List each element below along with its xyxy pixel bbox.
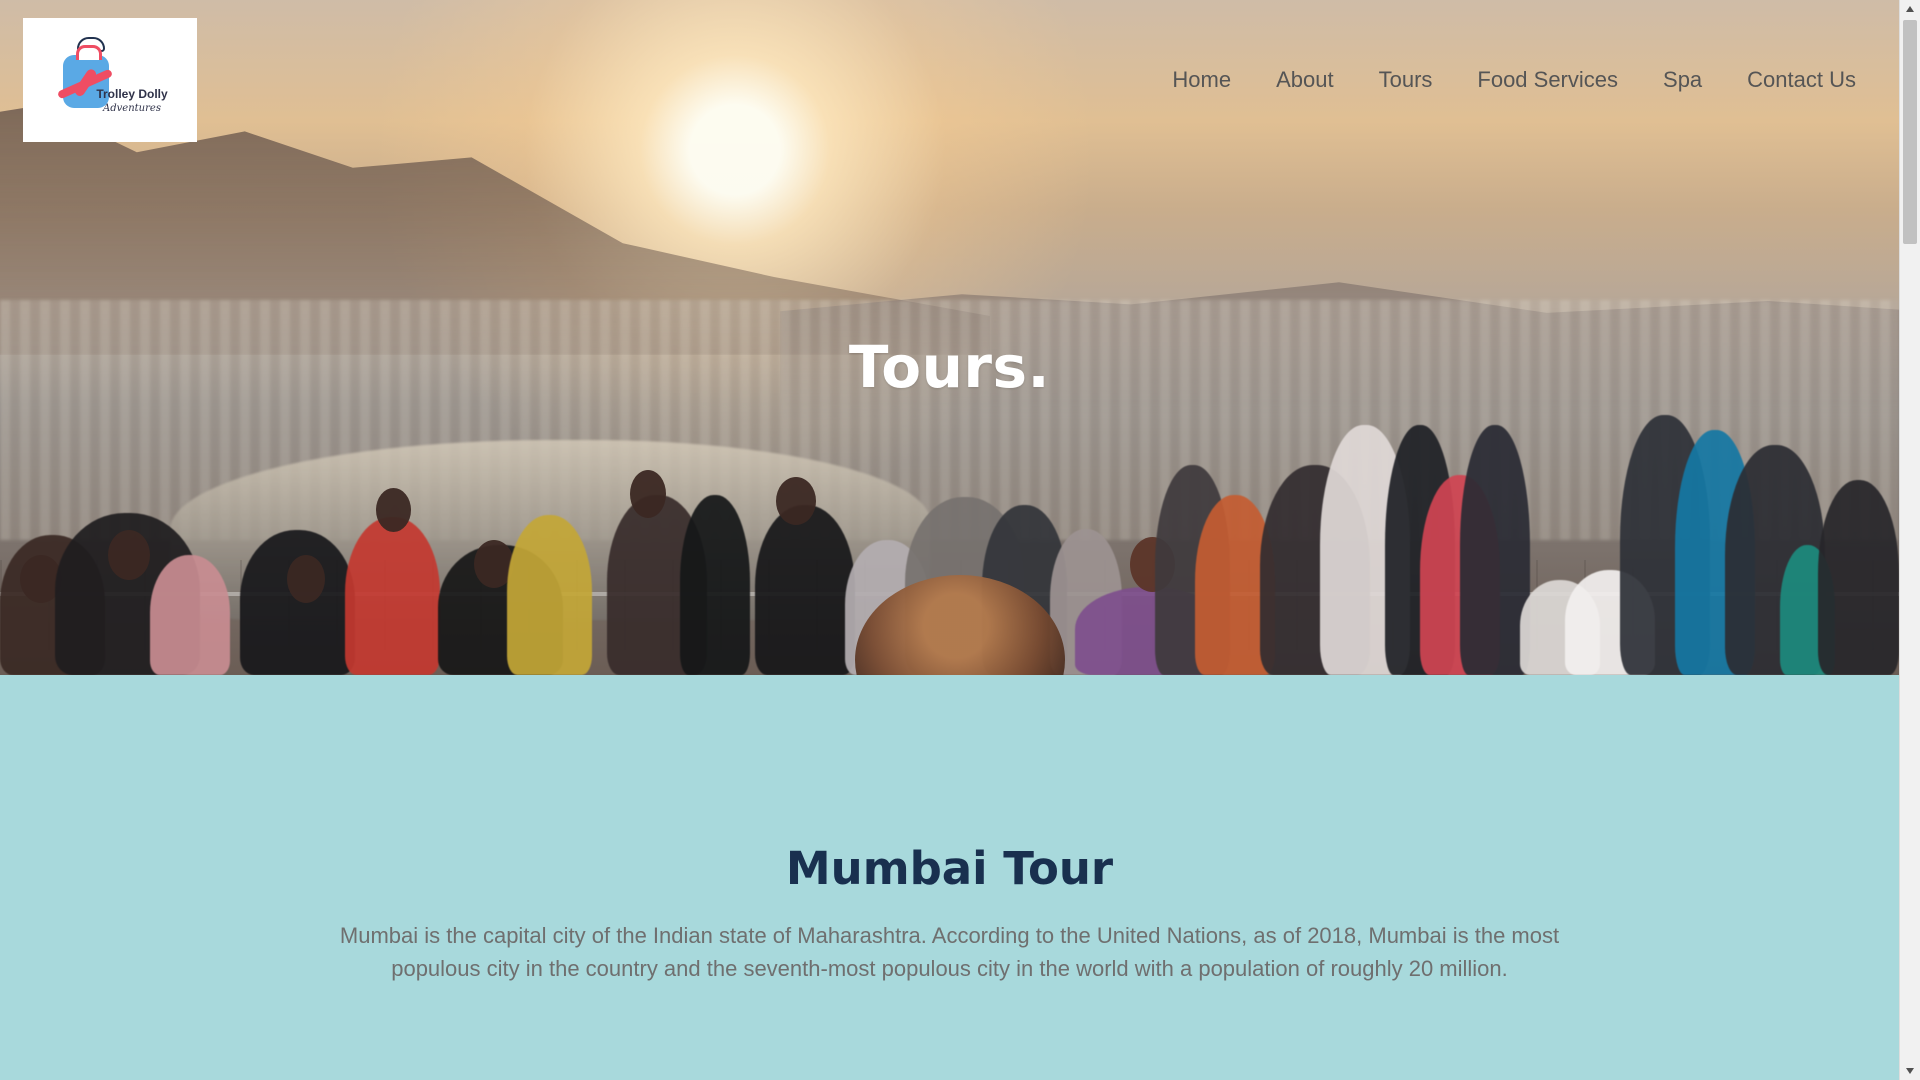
crowd-person xyxy=(150,555,230,675)
vertical-scrollbar[interactable] xyxy=(1899,0,1920,1080)
hero-banner: Trolley Dolly Adventures Home About Tour… xyxy=(0,0,1899,675)
crowd-person-head xyxy=(287,555,325,603)
nav-food-services-link[interactable]: Food Services xyxy=(1477,64,1618,96)
main-navigation: Home About Tours Food Services Spa Conta… xyxy=(1172,64,1856,96)
crowd-person-head xyxy=(630,470,666,518)
logo-brand-line-1: Trolley Dolly xyxy=(96,87,168,101)
logo-brand-line-2: Adventures xyxy=(103,103,161,114)
scroll-down-arrow-icon[interactable] xyxy=(1906,1068,1914,1074)
site-logo[interactable]: Trolley Dolly Adventures xyxy=(23,18,197,142)
mumbai-tour-section: Mumbai Tour Mumbai is the capital city o… xyxy=(0,675,1899,1080)
crowd-person xyxy=(240,530,355,675)
trolley-dolly-logo-icon: Trolley Dolly Adventures xyxy=(48,33,172,127)
tour-description: Mumbai is the capital city of the Indian… xyxy=(339,923,1560,981)
browser-viewport: Trolley Dolly Adventures Home About Tour… xyxy=(0,0,1899,1080)
crowd-person-head xyxy=(776,477,816,525)
crowd-person xyxy=(680,495,750,675)
scrollbar-thumb[interactable] xyxy=(1903,20,1917,244)
crowd-person xyxy=(507,515,592,675)
crowd-person xyxy=(345,517,440,675)
nav-contact-us-link[interactable]: Contact Us xyxy=(1747,64,1856,96)
hero-title: Tours. xyxy=(848,332,1051,401)
crowd-person xyxy=(1818,480,1899,675)
nav-home-link[interactable]: Home xyxy=(1172,64,1231,96)
crowd-person-head xyxy=(108,530,150,580)
scroll-up-arrow-icon[interactable] xyxy=(1906,6,1914,12)
nav-spa-link[interactable]: Spa xyxy=(1663,64,1702,96)
nav-tours-link[interactable]: Tours xyxy=(1379,64,1433,96)
crowd-person xyxy=(755,505,855,675)
tour-title: Mumbai Tour xyxy=(785,842,1114,895)
crowd-person-head xyxy=(376,488,411,532)
nav-about-link[interactable]: About xyxy=(1276,64,1334,96)
